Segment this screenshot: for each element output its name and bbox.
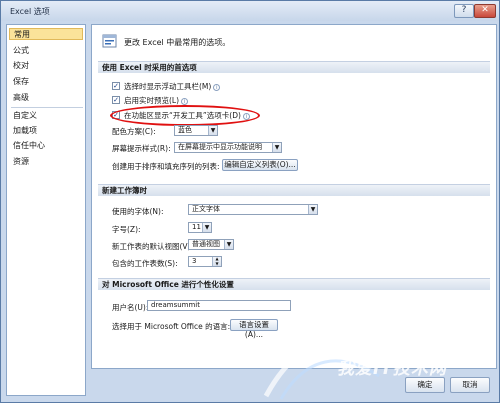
screentip-style-value: 在屏幕提示中显示功能说明 [178, 143, 262, 151]
chevron-down-icon[interactable]: ▼ [202, 223, 211, 232]
color-scheme-value: 蓝色 [178, 126, 192, 134]
watermark-text: 我爱IT技术网 [337, 359, 447, 379]
sidebar-item-general[interactable]: 常用 [9, 28, 83, 40]
sheet-count-value: 3 [192, 257, 197, 265]
language-label: 选择用于 Microsoft Office 的语言: [112, 322, 231, 331]
mini-toolbar-label: 选择时显示浮动工具栏(M) [124, 82, 212, 91]
chevron-down-icon[interactable]: ▼ [308, 205, 317, 214]
section-title-new-workbook: 新建工作簿时 [98, 184, 490, 196]
sidebar-divider [11, 107, 83, 108]
options-sidebar: 常用 公式 校对 保存 高级 自定义 加载项 信任中心 资源 [6, 24, 86, 396]
sidebar-item-advanced[interactable]: 高级 [9, 92, 87, 104]
edit-custom-lists-button[interactable]: 编辑自定义列表(O)... [222, 159, 298, 171]
font-size-value: 11 [192, 223, 201, 231]
chevron-down-icon[interactable]: ▼ [208, 126, 217, 135]
default-view-label: 新工作表的默认视图(V): [112, 242, 194, 251]
user-name-input[interactable]: dreamsummit [147, 300, 291, 311]
user-name-value: dreamsummit [151, 301, 200, 309]
chevron-down-icon[interactable]: ▼ [272, 143, 281, 152]
section-title-personalize: 对 Microsoft Office 进行个性化设置 [98, 278, 490, 290]
sidebar-item-addins[interactable]: 加载项 [9, 125, 87, 137]
default-view-value: 普通视图 [192, 240, 220, 248]
cancel-button[interactable]: 取消 [450, 377, 490, 393]
mini-toolbar-checkbox[interactable]: ✓ [112, 82, 120, 90]
default-view-select[interactable]: 普通视图 ▼ [188, 239, 234, 250]
sidebar-item-resources[interactable]: 资源 [9, 156, 87, 168]
window-title: Excel 选项 [10, 7, 50, 16]
title-bar: Excel 选项 ? ✕ [1, 1, 499, 21]
font-value: 正文字体 [192, 205, 220, 213]
chevron-down-icon[interactable]: ▼ [224, 240, 233, 249]
screentip-style-select[interactable]: 在屏幕提示中显示功能说明 ▼ [174, 142, 282, 153]
info-icon: i [181, 97, 189, 105]
options-content-panel: 更改 Excel 中最常用的选项。 使用 Excel 时采用的首选项 ✓ 选择时… [91, 24, 497, 369]
close-button[interactable]: ✕ [474, 4, 496, 18]
font-label: 使用的字体(N): [112, 207, 164, 216]
info-icon: i [213, 83, 221, 91]
developer-tab-highlight-annotation [110, 105, 260, 126]
color-scheme-label: 配色方案(C): [112, 127, 156, 136]
sheet-count-label: 包含的工作表数(S): [112, 259, 178, 268]
sidebar-item-customize[interactable]: 自定义 [9, 110, 87, 122]
excel-options-dialog: Excel 选项 ? ✕ 常用 公式 校对 保存 高级 自定义 加载项 信任中心… [0, 0, 500, 403]
sidebar-item-proofing[interactable]: 校对 [9, 60, 87, 72]
user-name-label: 用户名(U): [112, 303, 149, 312]
options-header-icon [102, 34, 117, 48]
custom-lists-label: 创建用于排序和填充序列的列表: [112, 162, 220, 171]
section-title-preferences: 使用 Excel 时采用的首选项 [98, 61, 490, 73]
sidebar-item-save[interactable]: 保存 [9, 76, 87, 88]
font-select[interactable]: 正文字体 ▼ [188, 204, 318, 215]
screentip-style-label: 屏幕提示样式(R): [112, 144, 171, 153]
font-size-select[interactable]: 11 ▼ [188, 222, 212, 233]
ok-button[interactable]: 确定 [405, 377, 445, 393]
page-header-text: 更改 Excel 中最常用的选项。 [124, 38, 231, 47]
sheet-count-spinner[interactable]: 3 ▲ ▼ [188, 256, 222, 267]
color-scheme-select[interactable]: 蓝色 ▼ [174, 125, 218, 136]
live-preview-label: 启用实时预览(L) [124, 96, 180, 105]
sidebar-item-formulas[interactable]: 公式 [9, 45, 87, 57]
spinner-arrows-icon[interactable]: ▲ ▼ [212, 256, 221, 266]
sidebar-item-trust-center[interactable]: 信任中心 [9, 140, 87, 152]
font-size-label: 字号(Z): [112, 225, 141, 234]
live-preview-checkbox[interactable]: ✓ [112, 96, 120, 104]
help-button[interactable]: ? [454, 4, 474, 18]
